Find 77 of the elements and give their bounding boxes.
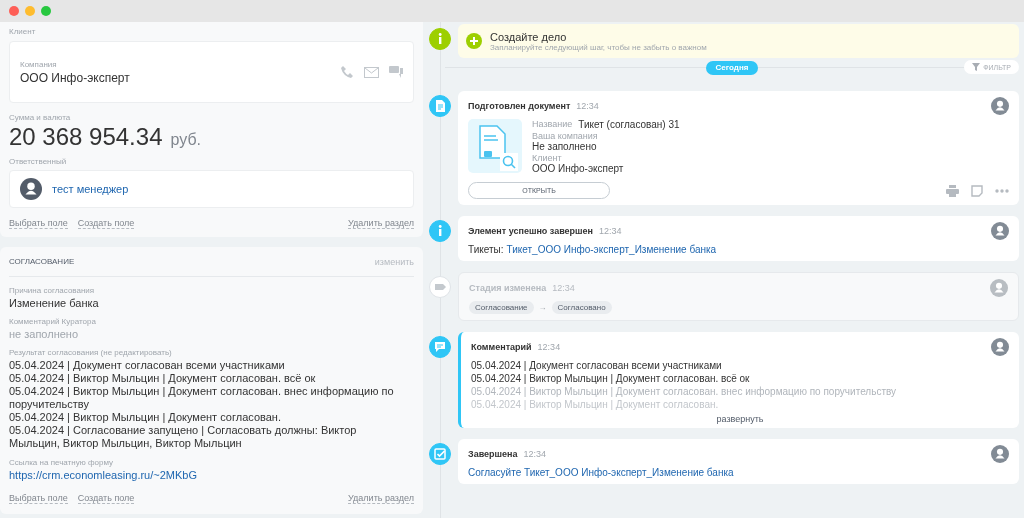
comment-line: 05.04.2024 | Документ согласован всеми участниками — [471, 359, 723, 372]
field-label: Ваша компания — [532, 131, 599, 141]
plus-icon — [466, 33, 482, 49]
printer-icon — [946, 184, 959, 197]
author-avatar-icon — [991, 445, 1009, 463]
field-value: ООО Инфо-эксперт — [532, 163, 625, 174]
company-name: ООО Инфо-эксперт — [20, 70, 131, 85]
comment-line: 05.04.2024 | Виктор Мыльцин | Документ согласован. — [471, 398, 720, 411]
field-label: Название — [532, 119, 573, 130]
responsible-link[interactable]: тест менеджер — [52, 183, 129, 195]
note-icon — [971, 184, 983, 197]
currency-label: руб. — [170, 131, 201, 149]
field-value: Тикет (согласован) 31 — [578, 119, 680, 130]
window-minimize-button[interactable] — [25, 6, 35, 16]
stage-chip: Согласование — [469, 301, 534, 314]
event-label: Тикеты: — [468, 244, 504, 255]
avatar-icon — [20, 178, 42, 200]
comment-line: 05.04.2024 | Виктор Мыльцин | Документ согласован. всё ок — [471, 372, 751, 385]
author-avatar-icon — [991, 338, 1009, 356]
checkbox-icon — [429, 443, 451, 465]
field-value: Изменение банка — [9, 297, 99, 309]
document-icon — [429, 95, 451, 117]
field-label: Клиент — [9, 27, 37, 36]
event-time: 12:34 — [552, 283, 575, 293]
event-time: 12:34 — [599, 226, 622, 236]
field-value: 05.04.2024 | Документ согласован всеми участниками 05.04.2024 | Виктор Мыльцин | Документ согласован. всё ок 05.04.2024 | Виктор Мыльцин | Документ согласован. внес информацию по поручительству 05.04.2024 | Виктор Мыльцин | Документ согласован. 05.04.2024 | Согласование запущено | Согласовать должны: Виктор Мыльцин, Виктор Мыльцин, Виктор Мыльцин — [9, 359, 395, 450]
field-label: Результат согласования (не редактировать) — [9, 348, 173, 357]
field-action-link[interactable]: Создать поле — [77, 218, 135, 229]
task-link[interactable]: Согласуйте Тикет_ООО Инфо-эксперт_Изменение банка — [468, 467, 734, 478]
print-form-link[interactable]: https://crm.economleasing.ru/~2MKbG — [9, 469, 197, 481]
field-label: Ответственный — [9, 157, 68, 166]
create-task-title: Создайте дело — [490, 30, 567, 43]
funnel-icon — [972, 63, 981, 71]
window-zoom-button[interactable] — [41, 6, 51, 16]
info-icon — [429, 28, 451, 50]
event-title: Подготовлен документ — [468, 101, 571, 111]
stage-chip: Согласовано — [551, 301, 612, 314]
field-value: не заполнено — [9, 328, 79, 340]
mail-icon — [364, 66, 379, 78]
ticket-link[interactable]: Тикет_ООО Инфо-эксперт_Изменение банка — [506, 244, 717, 255]
field-label: Клиент — [532, 153, 563, 163]
create-task-hint: Запланируйте следующий шаг, чтобы не забыть о важном — [490, 42, 707, 52]
create-task-card[interactable]: Создайте дело Запланируйте следующий шаг, чтобы не забыть о важном — [458, 24, 1019, 58]
window-close-button[interactable] — [9, 6, 19, 16]
event-title: Стадия изменена — [469, 283, 547, 293]
phone-icon — [340, 65, 354, 79]
field-action-link[interactable]: Выбрать поле — [9, 218, 68, 229]
document-preview-icon — [468, 119, 522, 173]
chat-icon — [389, 65, 403, 79]
author-avatar-icon — [990, 279, 1008, 297]
field-action-link[interactable]: Создать поле — [77, 493, 135, 504]
field-value: Не заполнено — [532, 141, 598, 152]
event-time: 12:34 — [523, 449, 547, 459]
section-title: СОГЛАСОВАНИЕ — [9, 257, 75, 267]
delete-section-link[interactable]: Удалить раздел — [348, 493, 414, 504]
event-title: Комментарий — [471, 342, 532, 352]
amount-value: 20 368 954.34 — [9, 123, 163, 151]
more-icon — [995, 188, 1009, 193]
field-label: Сумма и валюта — [9, 113, 72, 122]
event-time: 12:34 — [576, 101, 599, 111]
delete-section-link[interactable]: Удалить раздел — [348, 218, 414, 229]
field-action-link[interactable]: Выбрать поле — [9, 493, 68, 504]
event-title: Завершена — [468, 449, 518, 459]
today-badge: Сегодня — [705, 61, 759, 75]
event-time: 12:34 — [537, 342, 561, 352]
field-label: Причина согласования — [9, 286, 96, 295]
arrow-icon: → — [538, 303, 547, 312]
comment-line: 05.04.2024 | Виктор Мыльцин | Документ согласован. внес информацию по поручительству — [471, 385, 898, 398]
field-label: Ссылка на печатную форму — [9, 458, 114, 467]
comment-icon — [429, 336, 451, 358]
field-label: Компания — [20, 59, 58, 69]
expand-link[interactable]: развернуть — [471, 414, 1009, 424]
author-avatar-icon — [991, 97, 1009, 115]
event-title: Элемент успешно завершен — [468, 226, 594, 236]
info-icon — [429, 220, 451, 242]
author-avatar-icon — [991, 222, 1009, 240]
field-label: Комментарий Куратора — [9, 317, 97, 326]
